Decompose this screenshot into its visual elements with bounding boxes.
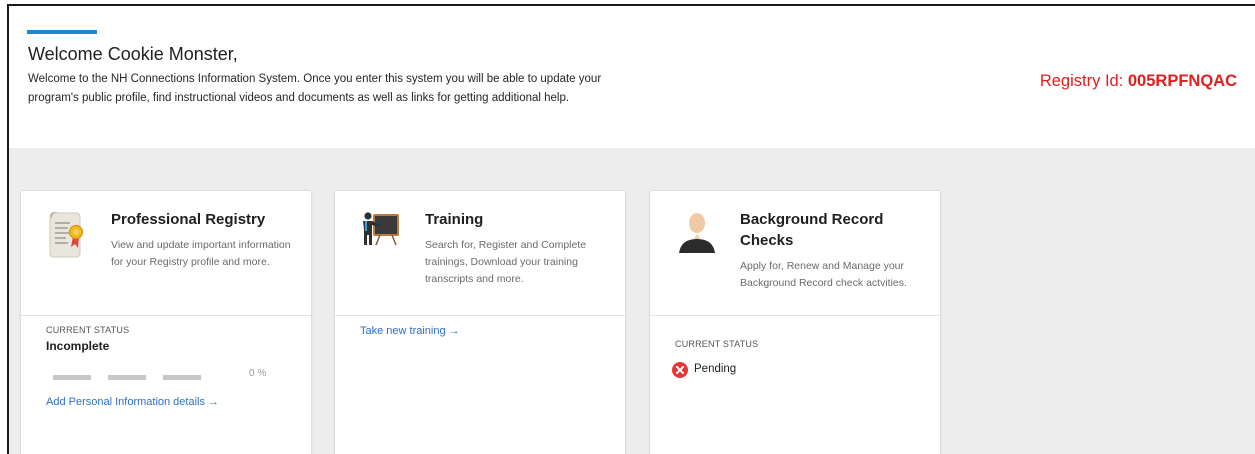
card-header: Background Record Checks Apply for, Rene… (650, 191, 940, 315)
status-label: CURRENT STATUS (46, 325, 130, 335)
registry-id-value: 005RPFNQAC (1127, 72, 1237, 90)
progress-segment (53, 375, 91, 380)
training-card: Training Search for, Register and Comple… (334, 190, 626, 454)
progress-segment (163, 375, 201, 380)
welcome-description-line: program's public profile, find instructi… (28, 91, 570, 104)
card-title: Background Record Checks (740, 211, 884, 249)
card-description: Search for, Register and Complete traini… (425, 239, 587, 285)
card-header: Training Search for, Register and Comple… (335, 191, 625, 315)
card-divider (335, 315, 625, 316)
registry-id-label: Registry Id: (1039, 72, 1128, 90)
certificate-scroll-icon (46, 209, 90, 259)
card-description: View and update important information fo… (111, 239, 291, 268)
dashboard-area: Professional Registry View and update im… (9, 148, 1255, 454)
welcome-description: Welcome to the NH Connections Informatio… (28, 70, 668, 107)
accent-bar (27, 30, 97, 34)
registry-id: Registry Id: 005RPFNQAC (1040, 72, 1237, 91)
error-x-icon (672, 362, 688, 378)
welcome-description-line: Welcome to the NH Connections Informatio… (28, 73, 602, 85)
card-title: Professional Registry (111, 211, 266, 228)
welcome-title: Welcome Cookie Monster, (28, 44, 238, 64)
status-value: Pending (694, 363, 737, 375)
card-divider (650, 315, 940, 316)
trainer-board-icon (360, 209, 404, 259)
professional-registry-card: Professional Registry View and update im… (20, 190, 312, 454)
progress-percent: 0 % (249, 368, 267, 379)
status-value: Incomplete (46, 339, 110, 353)
card-header: Professional Registry View and update im… (21, 191, 311, 315)
take-new-training-link[interactable]: Take new training → (360, 325, 460, 337)
card-divider (21, 315, 311, 316)
app-frame: Welcome Cookie Monster, Welcome to the N… (7, 4, 1255, 454)
person-silhouette-icon (675, 209, 719, 259)
status-label: CURRENT STATUS (675, 339, 759, 349)
card-title: Training (425, 211, 484, 228)
welcome-header: Welcome Cookie Monster, Welcome to the N… (9, 6, 1255, 148)
add-personal-info-link[interactable]: Add Personal Information details → (46, 396, 219, 408)
card-description: Apply for, Renew and Manage your Backgro… (740, 260, 907, 289)
background-record-checks-card: Background Record Checks Apply for, Rene… (649, 190, 941, 454)
progress-segment (108, 375, 146, 380)
